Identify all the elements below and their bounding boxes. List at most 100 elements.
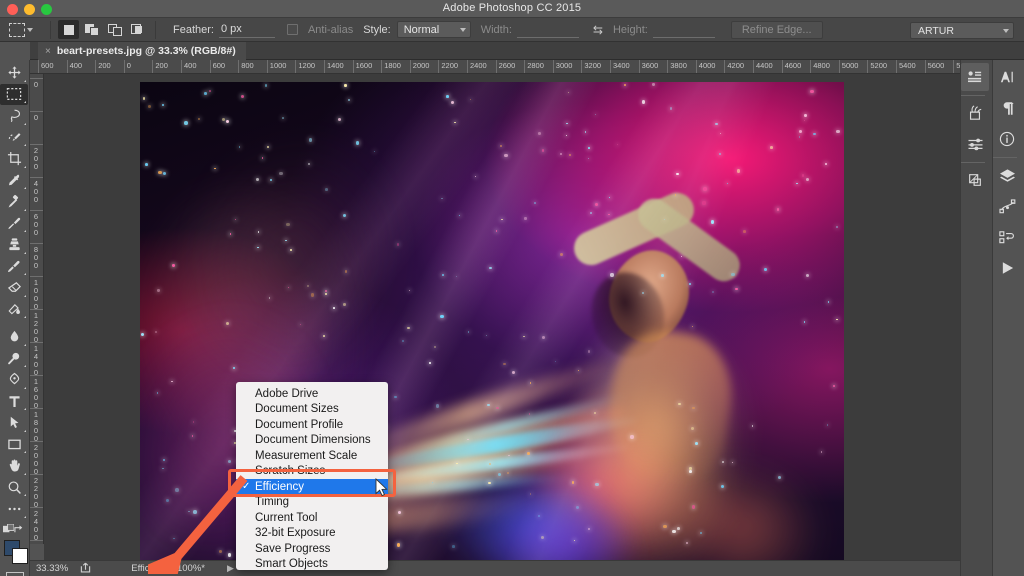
ruler-tick	[30, 144, 44, 145]
history-brush-tool[interactable]	[0, 256, 28, 278]
menu-item[interactable]: Document Profile	[236, 417, 388, 433]
artwork-sparkle	[323, 335, 325, 337]
quick-mask-icon[interactable]	[6, 572, 24, 576]
artwork-sparkle	[678, 403, 681, 406]
artwork-sparkle	[325, 290, 327, 292]
layers-panel-icon[interactable]	[993, 161, 1021, 189]
lasso-tool[interactable]	[0, 105, 28, 127]
quick-selection-tool[interactable]	[0, 127, 28, 149]
artwork-sparkle	[770, 146, 773, 149]
menu-item[interactable]: Measurement Scale	[236, 448, 388, 464]
anti-alias-checkbox[interactable]	[287, 24, 298, 35]
zoom-level-field[interactable]: 33.33%	[36, 563, 68, 574]
libraries-panel-icon[interactable]	[961, 99, 989, 127]
artwork-sparkle	[157, 289, 159, 291]
style-select[interactable]: Normal	[397, 21, 471, 38]
color-swatches[interactable]	[1, 538, 29, 566]
artwork-sparkle	[155, 331, 157, 333]
ruler-label: 4000	[696, 61, 716, 70]
ruler-label: 400	[181, 61, 197, 70]
blur-tool[interactable]	[0, 326, 28, 348]
paragraph-panel-icon[interactable]	[993, 94, 1021, 122]
gradient-tool[interactable]	[0, 299, 28, 321]
selection-mode-group[interactable]	[58, 20, 148, 39]
style-label: Style:	[363, 24, 391, 36]
artwork-sparkle	[344, 84, 346, 86]
tool-preset-picker[interactable]	[9, 21, 43, 39]
ruler-label: 2000	[410, 61, 430, 70]
close-icon[interactable]: ×	[45, 46, 51, 57]
crop-tool[interactable]	[0, 148, 28, 170]
ruler-label: 200	[95, 61, 111, 70]
path-selection-tool[interactable]	[0, 412, 28, 434]
artwork-sparkle	[282, 117, 284, 119]
swap-arrows-icon[interactable]: ⇆	[593, 24, 603, 36]
menu-item[interactable]: Adobe Drive	[236, 386, 388, 402]
ruler-tick	[30, 408, 44, 409]
rectangular-marquee-tool[interactable]	[0, 84, 28, 106]
document-tab[interactable]: × beart-presets.jpg @ 33.3% (RGB/8#)	[38, 42, 246, 60]
artwork-sparkle	[451, 101, 454, 104]
hand-tool[interactable]	[0, 455, 28, 477]
zoom-tool[interactable]	[0, 477, 28, 499]
ruler-label: 200	[152, 61, 168, 70]
dodge-tool[interactable]	[0, 348, 28, 370]
paths-panel-icon[interactable]	[993, 192, 1021, 220]
artwork-sparkle	[338, 118, 341, 121]
artwork-sparkle	[677, 527, 680, 530]
type-tool[interactable]	[0, 391, 28, 413]
artwork-sparkle	[542, 149, 545, 152]
refine-edge-button[interactable]: Refine Edge...	[731, 21, 823, 39]
clone-stamp-tool[interactable]	[0, 234, 28, 256]
background-color-swatch[interactable]	[12, 548, 28, 564]
width-input[interactable]	[517, 22, 579, 38]
artwork-sparkle	[523, 336, 525, 338]
artwork-sparkle	[470, 99, 472, 101]
artwork-sparkle	[836, 226, 837, 227]
artwork-sparkle	[778, 476, 781, 479]
artwork-sparkle	[689, 283, 691, 285]
subtract-from-selection-button[interactable]	[104, 20, 125, 39]
spot-healing-brush-tool[interactable]	[0, 191, 28, 213]
rectangle-tool[interactable]	[0, 434, 28, 456]
brush-tool[interactable]	[0, 213, 28, 235]
feather-input[interactable]	[219, 22, 275, 38]
artwork-sparkle	[715, 123, 717, 125]
new-selection-button[interactable]	[58, 20, 79, 39]
artwork-sparkle	[446, 95, 449, 98]
edit-toolbar-tool[interactable]	[0, 498, 28, 520]
artwork-sparkle	[595, 114, 596, 115]
artwork-sparkle	[233, 367, 236, 370]
artwork-sparkle	[228, 460, 231, 463]
styles-panel-icon[interactable]	[961, 166, 989, 194]
height-input[interactable]	[653, 22, 715, 38]
ruler-label: 3800	[667, 61, 687, 70]
eyedropper-tool[interactable]	[0, 170, 28, 192]
info-panel-icon[interactable]	[993, 125, 1021, 153]
add-to-selection-button[interactable]	[81, 20, 102, 39]
workspace-select[interactable]: ARTUR	[910, 22, 1014, 39]
artwork-sparkle	[752, 425, 753, 426]
intersect-with-selection-button[interactable]	[127, 20, 148, 39]
adjustments-panel-icon[interactable]	[961, 63, 989, 91]
properties-panel-icon[interactable]	[961, 130, 989, 158]
pen-tool[interactable]	[0, 369, 28, 391]
actions-panel-icon[interactable]	[993, 223, 1021, 251]
artwork-sparkle	[333, 307, 335, 309]
menu-item[interactable]: Document Dimensions	[236, 433, 388, 449]
ruler-label: 0	[124, 61, 131, 70]
artwork-sparkle	[595, 483, 598, 486]
artwork-sparkle	[642, 292, 644, 294]
artwork-sparkle	[441, 198, 443, 200]
menu-item[interactable]: Document Sizes	[236, 402, 388, 418]
move-tool[interactable]	[0, 62, 28, 84]
eraser-tool[interactable]	[0, 277, 28, 299]
dock-column-secondary	[992, 60, 1024, 576]
ruler-tick	[30, 507, 44, 508]
character-panel-icon[interactable]	[993, 63, 1021, 91]
timeline-play-icon[interactable]	[993, 254, 1021, 282]
share-icon[interactable]	[80, 562, 91, 576]
artwork-sparkle	[560, 153, 562, 155]
artwork-sparkle	[568, 92, 570, 94]
artwork-sparkle	[588, 158, 589, 159]
